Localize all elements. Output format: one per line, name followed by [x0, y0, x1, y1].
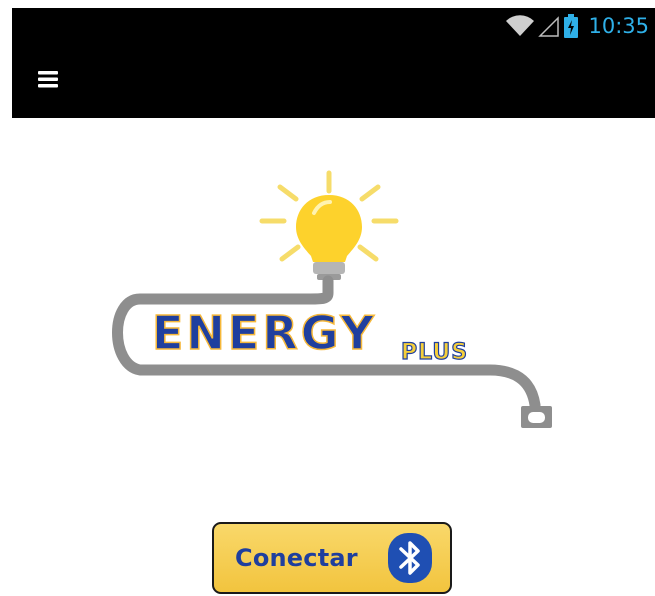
menu-button[interactable] — [35, 68, 61, 90]
light-bulb-icon — [296, 195, 362, 280]
app-bar — [12, 44, 655, 118]
bluetooth-icon — [388, 533, 432, 583]
connect-button[interactable]: Conectar — [212, 522, 452, 594]
logo-word-plus: PLUS — [401, 340, 468, 365]
energy-plus-logo: ENERGY PLUS — [100, 165, 570, 440]
status-icons: 10:35 — [506, 8, 649, 44]
battery-charging-icon — [564, 14, 579, 38]
signal-icon — [538, 16, 560, 37]
status-time: 10:35 — [588, 14, 649, 38]
hamburger-menu-icon — [38, 71, 58, 88]
logo-word-energy: ENERGY — [152, 306, 377, 360]
wifi-icon — [506, 15, 535, 37]
connect-button-label: Conectar — [235, 544, 358, 572]
plug-icon — [521, 406, 552, 428]
status-bar: 10:35 — [12, 8, 655, 44]
